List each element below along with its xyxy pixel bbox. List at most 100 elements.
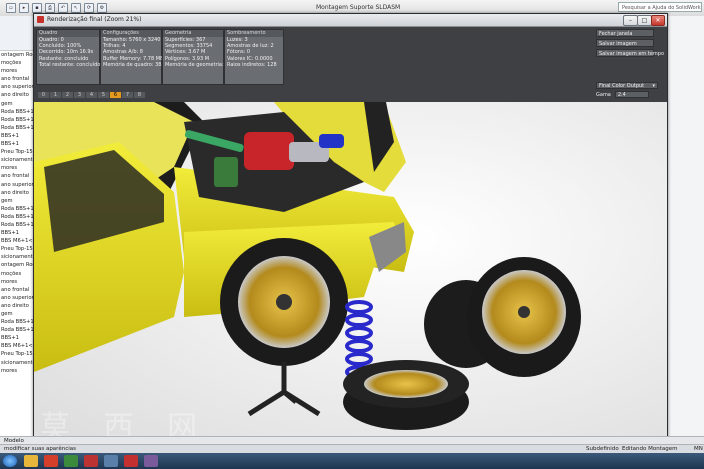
page-button[interactable]: 3	[74, 92, 85, 98]
solidworks-icon[interactable]	[84, 455, 98, 467]
app-icon[interactable]	[64, 455, 78, 467]
feature-tree-header	[0, 16, 36, 51]
minimize-button[interactable]: –	[623, 15, 638, 26]
gamma-input[interactable]: 2.4	[614, 91, 649, 98]
tree-item[interactable]: ano frontal	[0, 172, 36, 180]
stats-panel-shading: Sombreamento Luzes: 3 Amostras de luz: 2…	[224, 29, 284, 85]
tree-item[interactable]: mores	[0, 164, 36, 172]
print-icon[interactable]: ⎙	[45, 3, 55, 13]
close-button[interactable]: ✕	[651, 15, 665, 26]
page-button-active[interactable]: 6	[110, 92, 121, 98]
windows-taskbar	[0, 453, 704, 469]
chrome-icon[interactable]	[44, 455, 58, 467]
tree-item[interactable]: gem	[0, 197, 36, 205]
task-pane	[666, 16, 704, 436]
start-button-icon[interactable]	[3, 455, 17, 467]
render-window-title: Renderização final (Zoom 21%)	[47, 16, 142, 23]
panel-header: Quadro	[37, 30, 99, 37]
select-icon[interactable]: ↖	[71, 3, 81, 13]
tree-item[interactable]: moções	[0, 59, 36, 67]
save-icon[interactable]: ▪	[32, 3, 42, 13]
gamma-label: Gama	[596, 92, 611, 98]
app-icon[interactable]	[144, 455, 158, 467]
new-file-icon[interactable]: ▫	[6, 3, 16, 13]
render-window: Renderização final (Zoom 21%) – □ ✕ Quad…	[33, 13, 668, 442]
page-button[interactable]: 7	[122, 92, 133, 98]
tree-item[interactable]: gem	[0, 100, 36, 108]
render-window-title-bar: Renderização final (Zoom 21%) – □ ✕	[34, 14, 667, 27]
page-button[interactable]: 0	[38, 92, 49, 98]
stats-panel-frame: Quadro Quadro: 0 Concluído: 100% Decorri…	[36, 29, 100, 85]
tree-item[interactable]: mores	[0, 67, 36, 75]
tree-item[interactable]: ano superior	[0, 181, 36, 189]
tree-item[interactable]: ano direito	[0, 189, 36, 197]
tree-item[interactable]: sicionamento	[0, 359, 36, 367]
tree-item[interactable]: Roda BBS+1	[0, 318, 36, 326]
tree-item[interactable]: sicionamento	[0, 253, 36, 261]
tree-item[interactable]: Roda BBS+1	[0, 213, 36, 221]
quick-access-toolbar: ▫ ▸ ▪ ⎙ ↶ ↖ ⟳ ⚙	[6, 3, 107, 13]
app-icon[interactable]	[104, 455, 118, 467]
tree-item[interactable]: mores	[0, 278, 36, 286]
panel-line: Raios indiretos: 128	[227, 61, 277, 68]
tree-item[interactable]: BBS+1	[0, 334, 36, 342]
stats-panel-settings: Configurações Tamanho: 5760 x 3240 Trilh…	[100, 29, 174, 85]
tree-item[interactable]: BBS+1	[0, 132, 36, 140]
front-wheel	[220, 238, 348, 366]
explorer-icon[interactable]	[24, 455, 38, 467]
undo-icon[interactable]: ↶	[58, 3, 68, 13]
panel-line: Total restante: concluído	[39, 61, 101, 68]
tree-item[interactable]: sicionamento	[0, 156, 36, 164]
tree-item[interactable]: moções	[0, 270, 36, 278]
tree-item[interactable]: ano direito	[0, 91, 36, 99]
tree-item[interactable]: Pneu Top-15	[0, 148, 36, 156]
page-button[interactable]: 5	[98, 92, 109, 98]
tree-item[interactable]: ano superior	[0, 83, 36, 91]
tree-item[interactable]: Roda BBS+1	[0, 205, 36, 213]
tree-item[interactable]: Roda BBS+1	[0, 221, 36, 229]
tree-item[interactable]: ontagem Rodi	[0, 261, 36, 269]
help-search-input[interactable]: Pesquisar a Ajuda do SolidWorks	[618, 2, 702, 12]
save-image-button[interactable]: Salvar imagem	[596, 39, 654, 47]
tree-item[interactable]: Roda BBS+1	[0, 326, 36, 334]
panel-header: Sombreamento	[225, 30, 283, 37]
page-button[interactable]: 4	[86, 92, 97, 98]
tree-item[interactable]: ano frontal	[0, 286, 36, 294]
tree-item[interactable]: Pneu Top-15	[0, 245, 36, 253]
close-render-button[interactable]: Fechar janela	[596, 29, 654, 37]
tree-item[interactable]: Roda BBS+1	[0, 124, 36, 132]
tree-item[interactable]: BBS M6+1<	[0, 237, 36, 245]
engine-block	[244, 132, 294, 170]
render-image	[34, 102, 667, 441]
panel-line: Decorrido: 10m 16.9s	[39, 49, 94, 56]
tree-item[interactable]: gem	[0, 310, 36, 318]
tree-item[interactable]: Pneu Top-15	[0, 350, 36, 358]
tree-item[interactable]: BBS+1	[0, 229, 36, 237]
tree-item[interactable]: ano direito	[0, 302, 36, 310]
tree-item[interactable]: ano frontal	[0, 75, 36, 83]
page-button[interactable]: 2	[62, 92, 73, 98]
tree-item[interactable]: BBS M6+1<	[0, 342, 36, 350]
render-canvas[interactable]	[34, 102, 667, 441]
rebuild-icon[interactable]: ⟳	[84, 3, 94, 13]
panel-line: Memória de geometria: 240	[165, 61, 235, 68]
tree-item[interactable]: BBS+1	[0, 140, 36, 148]
feature-tree: ontagem Rodi moções mores ano frontal ano su…	[0, 16, 37, 436]
photoview-icon	[37, 16, 44, 23]
tree-item[interactable]: mores	[0, 367, 36, 375]
tree-item[interactable]: Roda BBS+1	[0, 116, 36, 124]
page-button[interactable]: 8	[134, 92, 145, 98]
maximize-button[interactable]: □	[637, 15, 652, 26]
open-file-icon[interactable]: ▸	[19, 3, 29, 13]
page-button[interactable]: 1	[50, 92, 61, 98]
save-image-timed-button[interactable]: Salvar imagem em tempo	[596, 49, 664, 57]
tree-item[interactable]: Roda BBS+1	[0, 108, 36, 116]
panel-header: Geometria	[163, 30, 223, 37]
photoview-taskbar-icon[interactable]	[124, 455, 138, 467]
feature-tree-list: ontagem Rodi moções mores ano frontal ano su…	[0, 51, 36, 375]
tree-item[interactable]: ontagem Rodi	[0, 51, 36, 59]
options-icon[interactable]: ⚙	[97, 3, 107, 13]
tree-item[interactable]: ano superior	[0, 294, 36, 302]
output-select[interactable]: Final Color Output ▾	[596, 82, 658, 89]
gamma-control: Gama 2.4	[596, 91, 649, 98]
